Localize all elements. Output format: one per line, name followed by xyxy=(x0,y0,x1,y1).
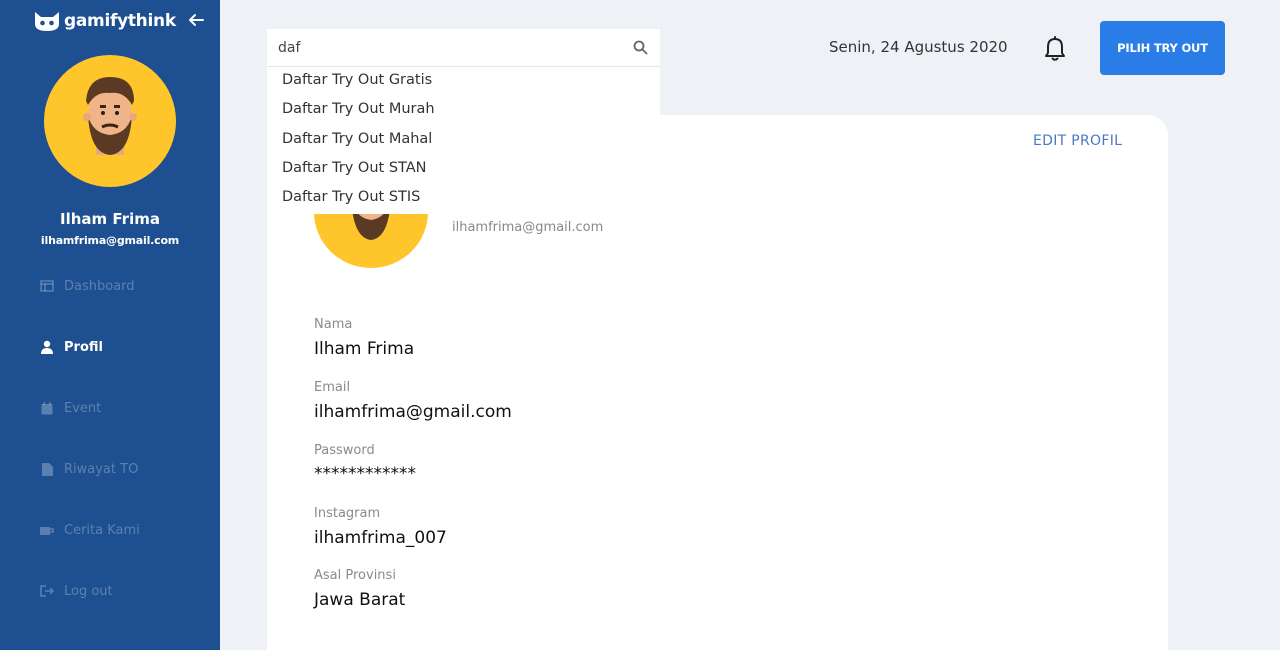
current-date: Senin, 24 Agustus 2020 xyxy=(829,38,1008,56)
sidebar-item-label: Riwayat TO xyxy=(64,461,139,477)
suggestion-item[interactable]: Daftar Try Out Mahal xyxy=(282,131,432,147)
sidebar: gamifythink Ilham Frima ilhamfrima@gmail… xyxy=(0,0,220,650)
cat-logo-icon xyxy=(35,12,59,31)
brand-logo[interactable]: gamifythink xyxy=(33,8,176,34)
logout-icon xyxy=(40,584,54,598)
brand-name: gamifythink xyxy=(64,11,176,31)
coffee-icon xyxy=(40,523,54,537)
search-input[interactable] xyxy=(278,37,618,59)
sidebar-item-label: Log out xyxy=(64,583,113,599)
field-value-asal-provinsi: Jawa Barat xyxy=(314,590,406,610)
document-icon xyxy=(40,462,54,476)
field-value-email: ilhamfrima@gmail.com xyxy=(314,402,512,422)
suggestion-item[interactable]: Daftar Try Out STIS xyxy=(282,189,420,205)
search-suggestions-dropdown: Daftar Try Out Gratis Daftar Try Out Mur… xyxy=(267,67,660,214)
search-box xyxy=(267,29,660,67)
sidebar-user-email: ilhamfrima@gmail.com xyxy=(40,234,180,247)
field-label-instagram: Instagram xyxy=(314,506,381,521)
sidebar-item-cerita-kami[interactable]: Cerita Kami xyxy=(40,520,140,540)
field-label-nama: Nama xyxy=(314,317,353,332)
search-icon[interactable] xyxy=(633,40,648,55)
sidebar-item-label: Profil xyxy=(64,339,103,355)
field-label-asal-provinsi: Asal Provinsi xyxy=(314,568,396,583)
sidebar-item-event[interactable]: Event xyxy=(40,398,101,418)
sidebar-item-label: Dashboard xyxy=(64,278,135,294)
field-value-nama: Ilham Frima xyxy=(314,339,415,359)
sidebar-item-profil[interactable]: Profil xyxy=(40,337,103,357)
field-value-password: ************ xyxy=(314,464,416,484)
field-value-instagram: ilhamfrima_007 xyxy=(314,528,447,548)
avatar[interactable] xyxy=(44,55,176,187)
calendar-icon xyxy=(40,401,54,415)
field-label-password: Password xyxy=(314,443,375,458)
sidebar-item-log-out[interactable]: Log out xyxy=(40,581,113,601)
profile-email-caption: ilhamfrima@gmail.com xyxy=(452,220,604,235)
edit-profile-link[interactable]: EDIT PROFIL xyxy=(1033,133,1122,149)
bearded-man-avatar-icon xyxy=(83,77,137,155)
field-label-email: Email xyxy=(314,380,351,395)
sidebar-item-dashboard[interactable]: Dashboard xyxy=(40,276,135,296)
bell-icon[interactable] xyxy=(1043,36,1067,62)
pilih-try-out-button[interactable]: PILIH TRY OUT xyxy=(1100,21,1225,75)
sidebar-item-riwayat-to[interactable]: Riwayat TO xyxy=(40,459,138,479)
suggestion-item[interactable]: Daftar Try Out Murah xyxy=(282,101,435,117)
user-icon xyxy=(40,340,54,354)
sidebar-item-label: Cerita Kami xyxy=(64,522,140,538)
sidebar-item-label: Event xyxy=(64,400,102,416)
arrow-left-icon[interactable] xyxy=(186,10,206,30)
suggestion-item[interactable]: Daftar Try Out STAN xyxy=(282,160,427,176)
dashboard-icon xyxy=(40,279,54,293)
sidebar-user-name: Ilham Frima xyxy=(60,210,160,228)
suggestion-item[interactable]: Daftar Try Out Gratis xyxy=(282,72,432,88)
